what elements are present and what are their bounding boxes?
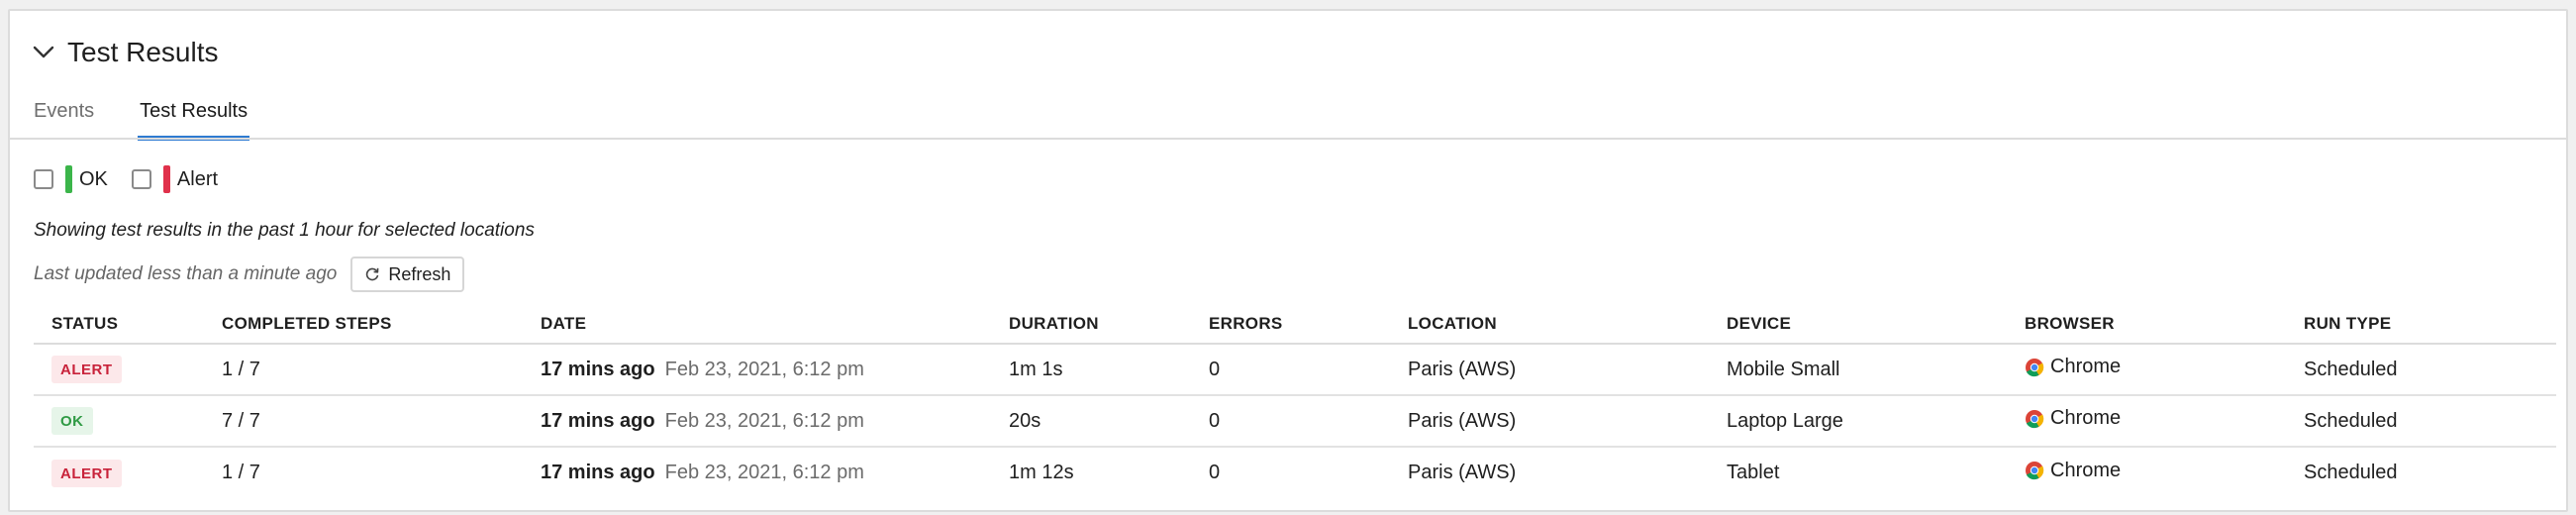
steps-cell: 1 / 7 [222, 462, 260, 483]
table-header-row: STATUS COMPLETED STEPS DATE DURATION ERR… [34, 304, 2556, 345]
browser-name: Chrome [2050, 356, 2122, 378]
errors-cell: 0 [1191, 395, 1390, 448]
device-cell: Mobile Small [1709, 344, 2007, 396]
alert-color-swatch [162, 165, 170, 193]
panel-title: Test Results [67, 37, 219, 67]
col-date[interactable]: DATE [523, 304, 991, 345]
status-filters: OK Alert [34, 165, 242, 193]
col-duration[interactable]: DURATION [991, 304, 1191, 345]
duration-cell: 20s [991, 395, 1191, 448]
chrome-icon [2026, 409, 2044, 428]
col-browser[interactable]: BROWSER [2007, 304, 2286, 345]
absolute-date: Feb 23, 2021, 6:12 pm [664, 462, 864, 483]
steps-cell: 7 / 7 [204, 395, 523, 448]
location-cell: Paris (AWS) [1390, 395, 1709, 448]
device-cell: Laptop Large [1709, 395, 2007, 448]
col-location[interactable]: LOCATION [1390, 304, 1709, 345]
tab-events[interactable]: Events [34, 96, 94, 140]
col-run-type[interactable]: RUN TYPE [2286, 304, 2556, 345]
results-table: STATUS COMPLETED STEPS DATE DURATION ERR… [34, 304, 2556, 498]
tab-test-results[interactable]: Test Results [138, 96, 250, 141]
refresh-button[interactable]: Refresh [350, 257, 465, 292]
results-scope-note: Showing test results in the past 1 hour … [34, 220, 535, 241]
col-status[interactable]: STATUS [34, 304, 204, 345]
table-row[interactable]: ALERT 1 / 7 17 mins ago Feb 23, 2021, 6:1… [34, 447, 2556, 498]
alert-checkbox[interactable] [131, 169, 151, 189]
relative-date: 17 mins ago [541, 462, 655, 483]
table-row[interactable]: ALERT 1 / 7 17 mins ago Feb 23, 2021, 6:1… [34, 344, 2556, 396]
browser-name: Chrome [2050, 407, 2122, 430]
absolute-date: Feb 23, 2021, 6:12 pm [664, 358, 864, 380]
run-type-cell: Scheduled [2286, 344, 2556, 396]
absolute-date: Feb 23, 2021, 6:12 pm [664, 409, 864, 432]
relative-date: 17 mins ago [541, 409, 655, 432]
location-cell: Paris (AWS) [1390, 344, 1709, 396]
errors-cell: 0 [1209, 462, 1221, 483]
browser-name: Chrome [2050, 459, 2122, 481]
tab-bar: Events Test Results [34, 96, 293, 141]
status-badge: ALERT [51, 356, 122, 383]
col-completed-steps[interactable]: COMPLETED STEPS [204, 304, 523, 345]
chrome-icon [2026, 462, 2044, 480]
duration-cell: 1m 1s [991, 344, 1191, 396]
filter-alert[interactable]: Alert [131, 165, 219, 193]
browser-cell: Chrome [2007, 344, 2286, 396]
date-cell: 17 mins ago Feb 23, 2021, 6:12 pm [523, 447, 991, 498]
chrome-icon [2026, 358, 2044, 376]
device-cell: Tablet [1727, 462, 1780, 483]
panel-header[interactable]: Test Results [30, 31, 219, 74]
date-cell: 17 mins ago Feb 23, 2021, 6:12 pm [523, 344, 991, 396]
tabs-divider [10, 138, 2566, 140]
date-cell: 17 mins ago Feb 23, 2021, 6:12 pm [523, 395, 991, 448]
filter-ok-label: OK [79, 167, 108, 190]
chevron-down-icon[interactable] [30, 39, 57, 66]
browser-cell: Chrome [2007, 447, 2286, 498]
test-results-panel: Test Results Events Test Results OK Aler… [8, 9, 2568, 512]
refresh-label: Refresh [388, 263, 451, 284]
refresh-icon [366, 267, 379, 281]
last-updated-row: Last updated less than a minute ago Refr… [34, 257, 465, 292]
location-cell: Paris (AWS) [1408, 462, 1517, 483]
col-errors[interactable]: ERRORS [1191, 304, 1390, 345]
table-row[interactable]: OK 7 / 7 17 mins ago Feb 23, 2021, 6:12 p… [34, 395, 2556, 448]
filter-ok[interactable]: OK [34, 165, 108, 193]
status-cell: ALERT [34, 344, 204, 396]
status-badge: OK [51, 407, 93, 435]
duration-cell: 1m 12s [1009, 462, 1074, 483]
run-type-cell: Scheduled [2286, 395, 2556, 448]
ok-checkbox[interactable] [34, 169, 53, 189]
browser-cell: Chrome [2007, 395, 2286, 448]
status-cell: ALERT [34, 447, 204, 498]
errors-cell: 0 [1191, 344, 1390, 396]
ok-color-swatch [65, 165, 72, 193]
col-device[interactable]: DEVICE [1709, 304, 2007, 345]
status-cell: OK [34, 395, 204, 448]
filter-alert-label: Alert [176, 167, 219, 190]
status-badge: ALERT [51, 459, 122, 487]
run-type-cell: Scheduled [2304, 462, 2398, 483]
steps-cell: 1 / 7 [204, 344, 523, 396]
last-updated-text: Last updated less than a minute ago [34, 263, 338, 284]
relative-date: 17 mins ago [541, 358, 655, 380]
